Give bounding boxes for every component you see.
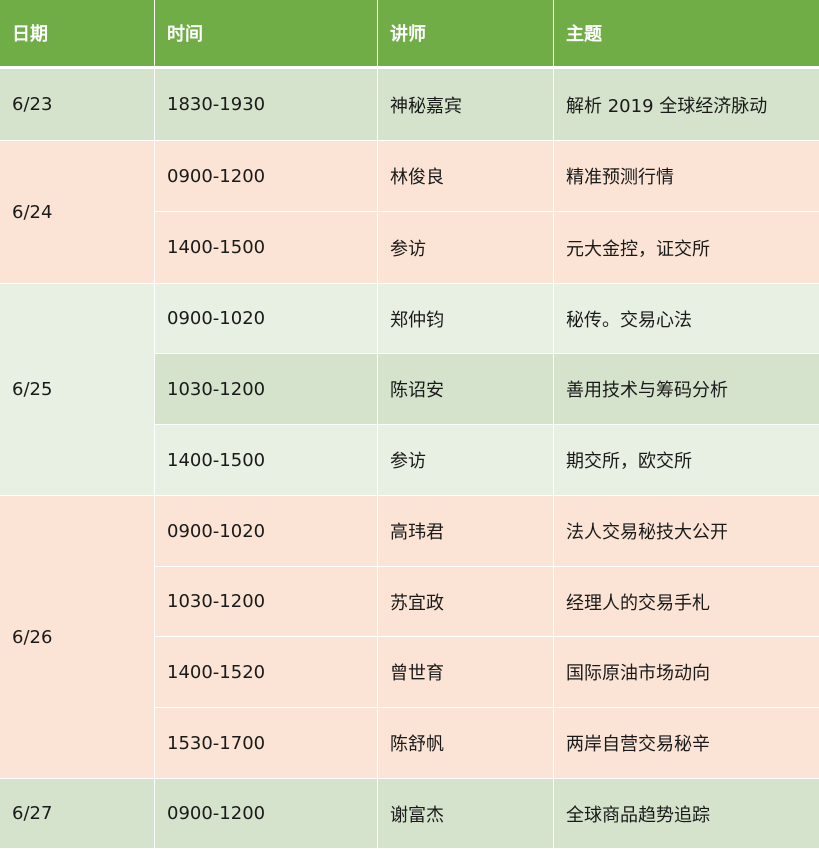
time-cell: 1030-1200: [155, 354, 378, 425]
header-time: 时间: [155, 0, 378, 69]
date-cell: 6/23: [0, 69, 155, 141]
speaker-cell: 高玮君: [378, 496, 554, 567]
speaker-cell: 曾世育: [378, 637, 554, 708]
time-cell: 0900-1020: [155, 284, 378, 354]
topic-cell: 两岸自营交易秘辛: [554, 708, 819, 779]
topic-cell: 国际原油市场动向: [554, 637, 819, 708]
topic-cell: 经理人的交易手札: [554, 567, 819, 637]
time-cell: 0900-1200: [155, 141, 378, 212]
schedule-table: 日期 时间 讲师 主题 6/23 6/24 6/25 6/26 6/27 183…: [0, 0, 819, 849]
speaker-cell: 郑仲钧: [378, 284, 554, 354]
time-cell: 1830-1930: [155, 69, 378, 141]
time-cell: 1030-1200: [155, 567, 378, 637]
time-cell: 1400-1500: [155, 425, 378, 496]
date-cell: 6/25: [0, 284, 155, 496]
topic-cell: 全球商品趋势追踪: [554, 779, 819, 849]
topic-cell: 秘传。交易心法: [554, 284, 819, 354]
speaker-cell: 参访: [378, 425, 554, 496]
speaker-cell: 陈舒帆: [378, 708, 554, 779]
time-cell: 1400-1520: [155, 637, 378, 708]
time-cell: 1400-1500: [155, 212, 378, 284]
topic-cell: 精准预测行情: [554, 141, 819, 212]
date-cell: 6/24: [0, 141, 155, 284]
topic-cell: 元大金控，证交所: [554, 212, 819, 284]
speaker-cell: 陈诏安: [378, 354, 554, 425]
speaker-cell: 神秘嘉宾: [378, 69, 554, 141]
topic-cell: 善用技术与筹码分析: [554, 354, 819, 425]
date-cell: 6/26: [0, 496, 155, 779]
speaker-cell: 苏宜政: [378, 567, 554, 637]
time-cell: 1530-1700: [155, 708, 378, 779]
speaker-cell: 林俊良: [378, 141, 554, 212]
header-topic: 主题: [554, 0, 819, 69]
time-cell: 0900-1020: [155, 496, 378, 567]
date-cell: 6/27: [0, 779, 155, 849]
speaker-cell: 谢富杰: [378, 779, 554, 849]
topic-cell: 解析 2019 全球经济脉动: [554, 69, 819, 141]
topic-cell: 期交所，欧交所: [554, 425, 819, 496]
topic-cell: 法人交易秘技大公开: [554, 496, 819, 567]
header-date: 日期: [0, 0, 155, 69]
speaker-cell: 参访: [378, 212, 554, 284]
time-cell: 0900-1200: [155, 779, 378, 849]
header-speaker: 讲师: [378, 0, 554, 69]
